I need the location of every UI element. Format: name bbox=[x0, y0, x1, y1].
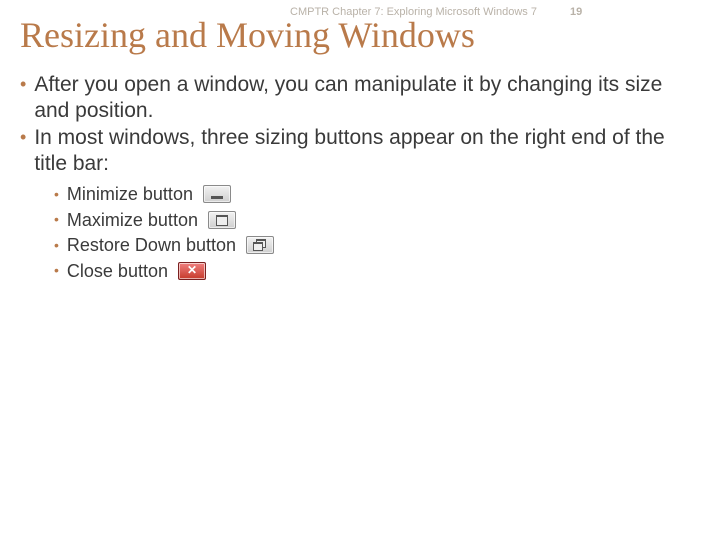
sub-item-minimize: • Minimize button bbox=[54, 183, 700, 206]
sub-item-label: Maximize button bbox=[67, 209, 198, 232]
sub-item-label: Minimize button bbox=[67, 183, 193, 206]
bullet-dot-icon: • bbox=[20, 125, 26, 150]
bullet-dot-icon: • bbox=[54, 262, 59, 280]
bullet-dot-icon: • bbox=[54, 186, 59, 204]
page-number: 19 bbox=[570, 6, 582, 18]
sub-list: • Minimize button • Maximize button • Re… bbox=[54, 183, 700, 282]
sub-item-close: • Close button ✕ bbox=[54, 260, 700, 283]
maximize-icon bbox=[208, 211, 236, 229]
bullet-dot-icon: • bbox=[54, 237, 59, 255]
bullet-dot-icon: • bbox=[20, 72, 26, 97]
bullet-item: • In most windows, three sizing buttons … bbox=[20, 125, 700, 178]
restore-down-icon bbox=[246, 236, 274, 254]
sub-item-restore: • Restore Down button bbox=[54, 234, 700, 257]
content-area: • After you open a window, you can manip… bbox=[20, 72, 700, 285]
sub-item-maximize: • Maximize button bbox=[54, 209, 700, 232]
bullet-dot-icon: • bbox=[54, 211, 59, 229]
minimize-icon bbox=[203, 185, 231, 203]
bullet-item: • After you open a window, you can manip… bbox=[20, 72, 700, 125]
slide-title: Resizing and Moving Windows bbox=[20, 14, 475, 56]
sub-item-label: Restore Down button bbox=[67, 234, 236, 257]
close-icon: ✕ bbox=[178, 262, 206, 280]
bullet-text: In most windows, three sizing buttons ap… bbox=[34, 125, 700, 178]
bullet-text: After you open a window, you can manipul… bbox=[34, 72, 700, 125]
sub-item-label: Close button bbox=[67, 260, 168, 283]
